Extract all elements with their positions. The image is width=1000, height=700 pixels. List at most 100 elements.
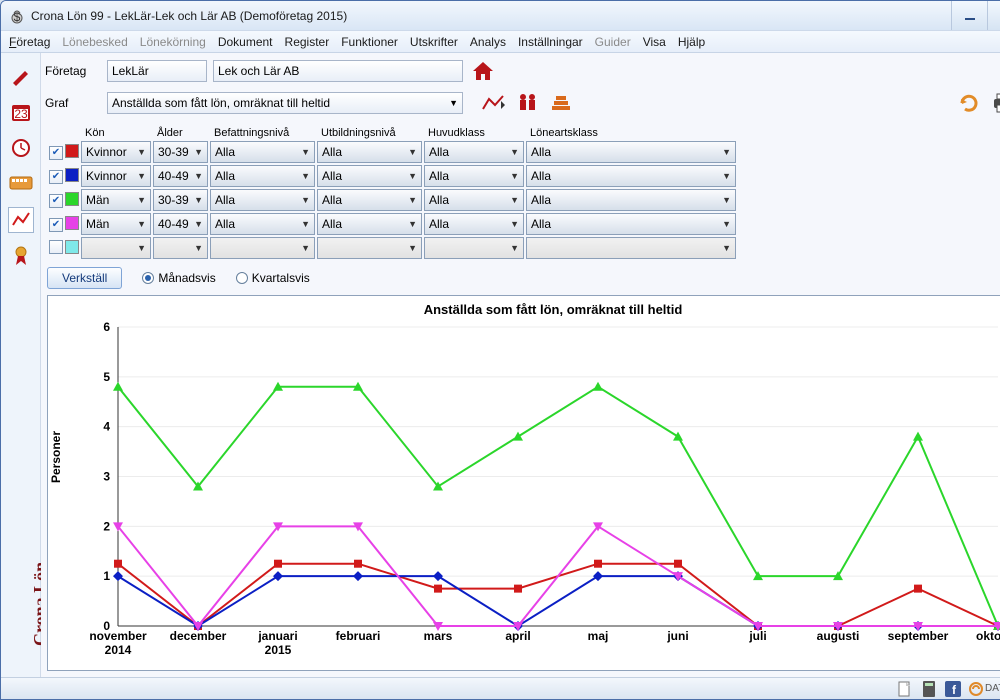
filter-kon-1[interactable]: Kvinnor▼	[81, 165, 151, 187]
svg-text:februari: februari	[336, 629, 381, 643]
ribbon-icon[interactable]	[8, 243, 34, 269]
status-doc-icon[interactable]	[897, 681, 913, 697]
filter-swatch-1	[65, 168, 79, 182]
filter-grid: Kön Ålder Befattningsnivå Utbildningsniv…	[47, 125, 1000, 289]
minimize-button[interactable]	[951, 1, 987, 30]
filter-befatt-2[interactable]: Alla▼	[210, 189, 315, 211]
svg-text:juni: juni	[666, 629, 688, 643]
filter-utbild-2[interactable]: Alla▼	[317, 189, 422, 211]
filter-alder-3[interactable]: 40-49▼	[153, 213, 208, 235]
radio-quarterly[interactable]: Kvartalsvis	[236, 271, 310, 285]
hdr-befatt: Befattningsnivå	[210, 127, 315, 139]
menu-dokument[interactable]: Dokument	[218, 35, 273, 49]
filter-loneart-2[interactable]: Alla▼	[526, 189, 736, 211]
filter-swatch-2	[65, 192, 79, 206]
svg-text:januari: januari	[257, 629, 297, 643]
status-bar: f DATAVARA AB	[1, 677, 1000, 699]
filter-loneart-3[interactable]: Alla▼	[526, 213, 736, 235]
filter-huvud-0[interactable]: Alla▼	[424, 141, 524, 163]
svg-text:2014: 2014	[105, 643, 132, 657]
menu-lonebesked: Lönebesked	[62, 35, 127, 49]
status-datavara[interactable]: DATAVARA AB	[969, 682, 1000, 696]
filter-checkbox-2[interactable]	[49, 194, 63, 208]
radio-monthly-dot[interactable]	[142, 272, 154, 284]
menu-foretag[interactable]: Företag	[9, 35, 50, 49]
chart-svg: 0123456november2014decemberjanuari2015fe…	[78, 321, 1000, 666]
apply-button[interactable]: Verkställ	[47, 267, 122, 289]
calendar-icon[interactable]: 23	[8, 99, 34, 125]
filter-utbild-0[interactable]: Alla▼	[317, 141, 422, 163]
menu-utskrifter[interactable]: Utskrifter	[410, 35, 458, 49]
filter-loneart-0[interactable]: Alla▼	[526, 141, 736, 163]
filter-kon-3[interactable]: Män▼	[81, 213, 151, 235]
stack-icon[interactable]	[547, 89, 575, 117]
print-icon[interactable]	[989, 89, 1000, 117]
menu-hjalp[interactable]: Hjälp	[678, 35, 705, 49]
window-title: Crona Lön 99 - LekLär-Lek och Lär AB (De…	[31, 9, 347, 23]
title-bar: $ Crona Lön 99 - LekLär-Lek och Lär AB (…	[1, 1, 1000, 31]
filter-utbild-1[interactable]: Alla▼	[317, 165, 422, 187]
company-code-field[interactable]: ▤	[107, 60, 207, 82]
status-fb-icon[interactable]: f	[945, 681, 961, 697]
filter-swatch-3	[65, 216, 79, 230]
company-name-field[interactable]	[213, 60, 463, 82]
filter-checkbox-1[interactable]	[49, 170, 63, 184]
filter-kon-4: ▼	[81, 237, 151, 259]
svg-text:3: 3	[103, 470, 110, 484]
people-icon[interactable]	[513, 89, 541, 117]
hdr-loneart: Löneartsklass	[526, 127, 736, 139]
svg-text:23: 23	[14, 107, 28, 121]
graph-name-dropdown[interactable]: ▼	[107, 92, 463, 114]
filter-swatch-4	[65, 240, 79, 254]
menu-lonekorning: Lönekörning	[140, 35, 206, 49]
radio-monthly[interactable]: Månadsvis	[142, 271, 215, 285]
status-calc-icon[interactable]	[921, 681, 937, 697]
filter-huvud-3[interactable]: Alla▼	[424, 213, 524, 235]
radio-quarterly-dot[interactable]	[236, 272, 248, 284]
menu-funktioner[interactable]: Funktioner	[341, 35, 398, 49]
filter-alder-0[interactable]: 30-39▼	[153, 141, 208, 163]
refresh-icon[interactable]	[955, 89, 983, 117]
filter-kon-2[interactable]: Män▼	[81, 189, 151, 211]
filter-befatt-0[interactable]: Alla▼	[210, 141, 315, 163]
svg-text:april: april	[505, 629, 530, 643]
filter-befatt-3[interactable]: Alla▼	[210, 213, 315, 235]
filter-befatt-4: ▼	[210, 237, 315, 259]
clock-icon[interactable]	[8, 135, 34, 161]
filter-huvud-1[interactable]: Alla▼	[424, 165, 524, 187]
filter-huvud-4: ▼	[424, 237, 524, 259]
filter-loneart-1[interactable]: Alla▼	[526, 165, 736, 187]
main-panel: × Företag ▤ Graf ▼	[41, 53, 1000, 677]
filter-befatt-1[interactable]: Alla▼	[210, 165, 315, 187]
svg-text:2015: 2015	[265, 643, 292, 657]
menu-guider: Guider	[595, 35, 631, 49]
menu-analys[interactable]: Analys	[470, 35, 506, 49]
menu-visa[interactable]: Visa	[643, 35, 666, 49]
filter-kon-0[interactable]: Kvinnor▼	[81, 141, 151, 163]
filter-alder-4: ▼	[153, 237, 208, 259]
filter-huvud-2[interactable]: Alla▼	[424, 189, 524, 211]
svg-text:4: 4	[103, 420, 110, 434]
chart-type-icon[interactable]	[479, 89, 507, 117]
home-icon[interactable]	[469, 57, 497, 85]
filter-checkbox-4[interactable]	[49, 240, 63, 254]
filter-alder-1[interactable]: 40-49▼	[153, 165, 208, 187]
svg-text:$: $	[14, 10, 21, 24]
filter-alder-2[interactable]: 30-39▼	[153, 189, 208, 211]
menu-bar: Företag Lönebesked Lönekörning Dokument …	[1, 31, 1000, 53]
menu-installningar[interactable]: Inställningar	[518, 35, 583, 49]
svg-text:2: 2	[103, 519, 110, 533]
filter-loneart-4: ▼	[526, 237, 736, 259]
maximize-button[interactable]	[987, 1, 1000, 30]
app-icon: $	[9, 8, 25, 24]
keyboard-icon[interactable]	[8, 171, 34, 197]
svg-text:mars: mars	[424, 629, 453, 643]
filter-checkbox-3[interactable]	[49, 218, 63, 232]
pen-icon[interactable]	[8, 63, 34, 89]
filter-checkbox-0[interactable]	[49, 146, 63, 160]
menu-register[interactable]: Register	[285, 35, 330, 49]
filter-utbild-3[interactable]: Alla▼	[317, 213, 422, 235]
chart-icon[interactable]	[8, 207, 34, 233]
filter-utbild-4: ▼	[317, 237, 422, 259]
hdr-utbild: Utbildningsnivå	[317, 127, 422, 139]
